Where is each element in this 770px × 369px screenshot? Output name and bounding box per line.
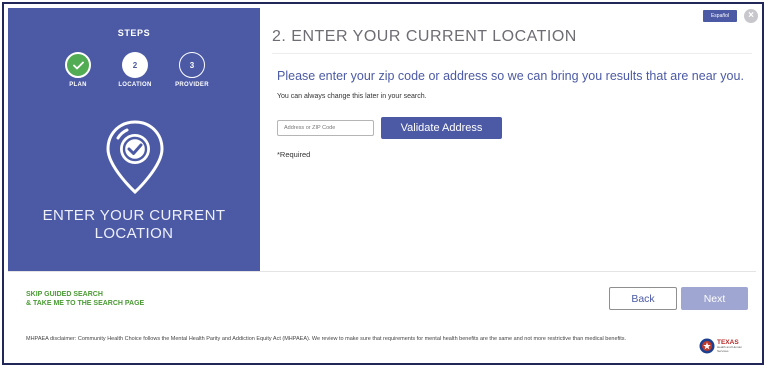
close-button[interactable]: × <box>744 9 758 23</box>
step-provider: 3 PROVIDER <box>157 52 227 88</box>
step-location-number: 2 <box>122 52 148 78</box>
steps-panel: STEPS PLAN 2 LOCATION 3 PROVIDER ENTER Y… <box>8 8 260 271</box>
footer-divider <box>8 271 756 272</box>
close-icon: × <box>748 10 754 21</box>
next-button[interactable]: Next <box>681 287 748 310</box>
panel-heading: ENTER YOUR CURRENT LOCATION <box>42 207 226 242</box>
texas-hhs-logo: TEXAS Health and Human Services <box>699 336 749 356</box>
skip-link-line1: SKIP GUIDED SEARCH <box>26 291 103 298</box>
back-button[interactable]: Back <box>609 287 677 310</box>
required-note: *Required <box>277 150 311 159</box>
location-prompt: Please enter your zip code or address so… <box>277 69 744 83</box>
mhpaea-disclaimer: MHPAEA disclaimer: Community Health Choi… <box>26 336 627 342</box>
page-title: 2. ENTER YOUR CURRENT LOCATION <box>272 28 577 45</box>
skip-guided-search-link[interactable]: SKIP GUIDED SEARCH & TAKE ME TO THE SEAR… <box>26 290 144 308</box>
address-input[interactable] <box>277 120 374 136</box>
title-divider <box>272 53 752 54</box>
steps-title: STEPS <box>117 28 151 38</box>
logo-subtitle-2: Services <box>717 348 729 353</box>
step-provider-label: PROVIDER <box>175 82 209 88</box>
location-pin-check-icon <box>106 120 164 195</box>
step-plan-check-circle <box>65 52 91 78</box>
texas-seal-icon <box>699 338 715 354</box>
location-subprompt: You can always change this later in your… <box>277 93 427 100</box>
step-provider-number: 3 <box>179 52 205 78</box>
validate-address-button[interactable]: Validate Address <box>381 117 502 139</box>
checkmark-icon <box>72 61 84 69</box>
language-toggle-button[interactable]: Español <box>703 10 737 22</box>
skip-link-line2: & TAKE ME TO THE SEARCH PAGE <box>26 300 145 307</box>
